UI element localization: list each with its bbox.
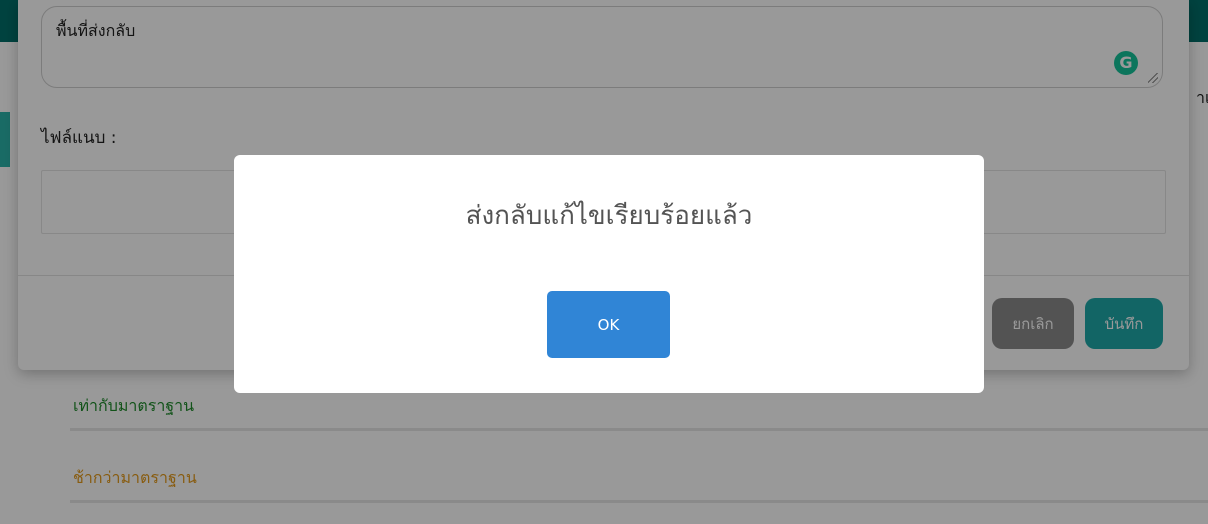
ok-button[interactable]: OK (547, 291, 670, 358)
success-alert-dialog: ส่งกลับแก้ไขเรียบร้อยแล้ว OK (234, 155, 984, 393)
screen: าเ เท่ากับมาตราฐาน ช้ากว่ามาตราฐาน พื้นท… (0, 0, 1208, 524)
alert-title: ส่งกลับแก้ไขเรียบร้อยแล้ว (465, 201, 753, 231)
